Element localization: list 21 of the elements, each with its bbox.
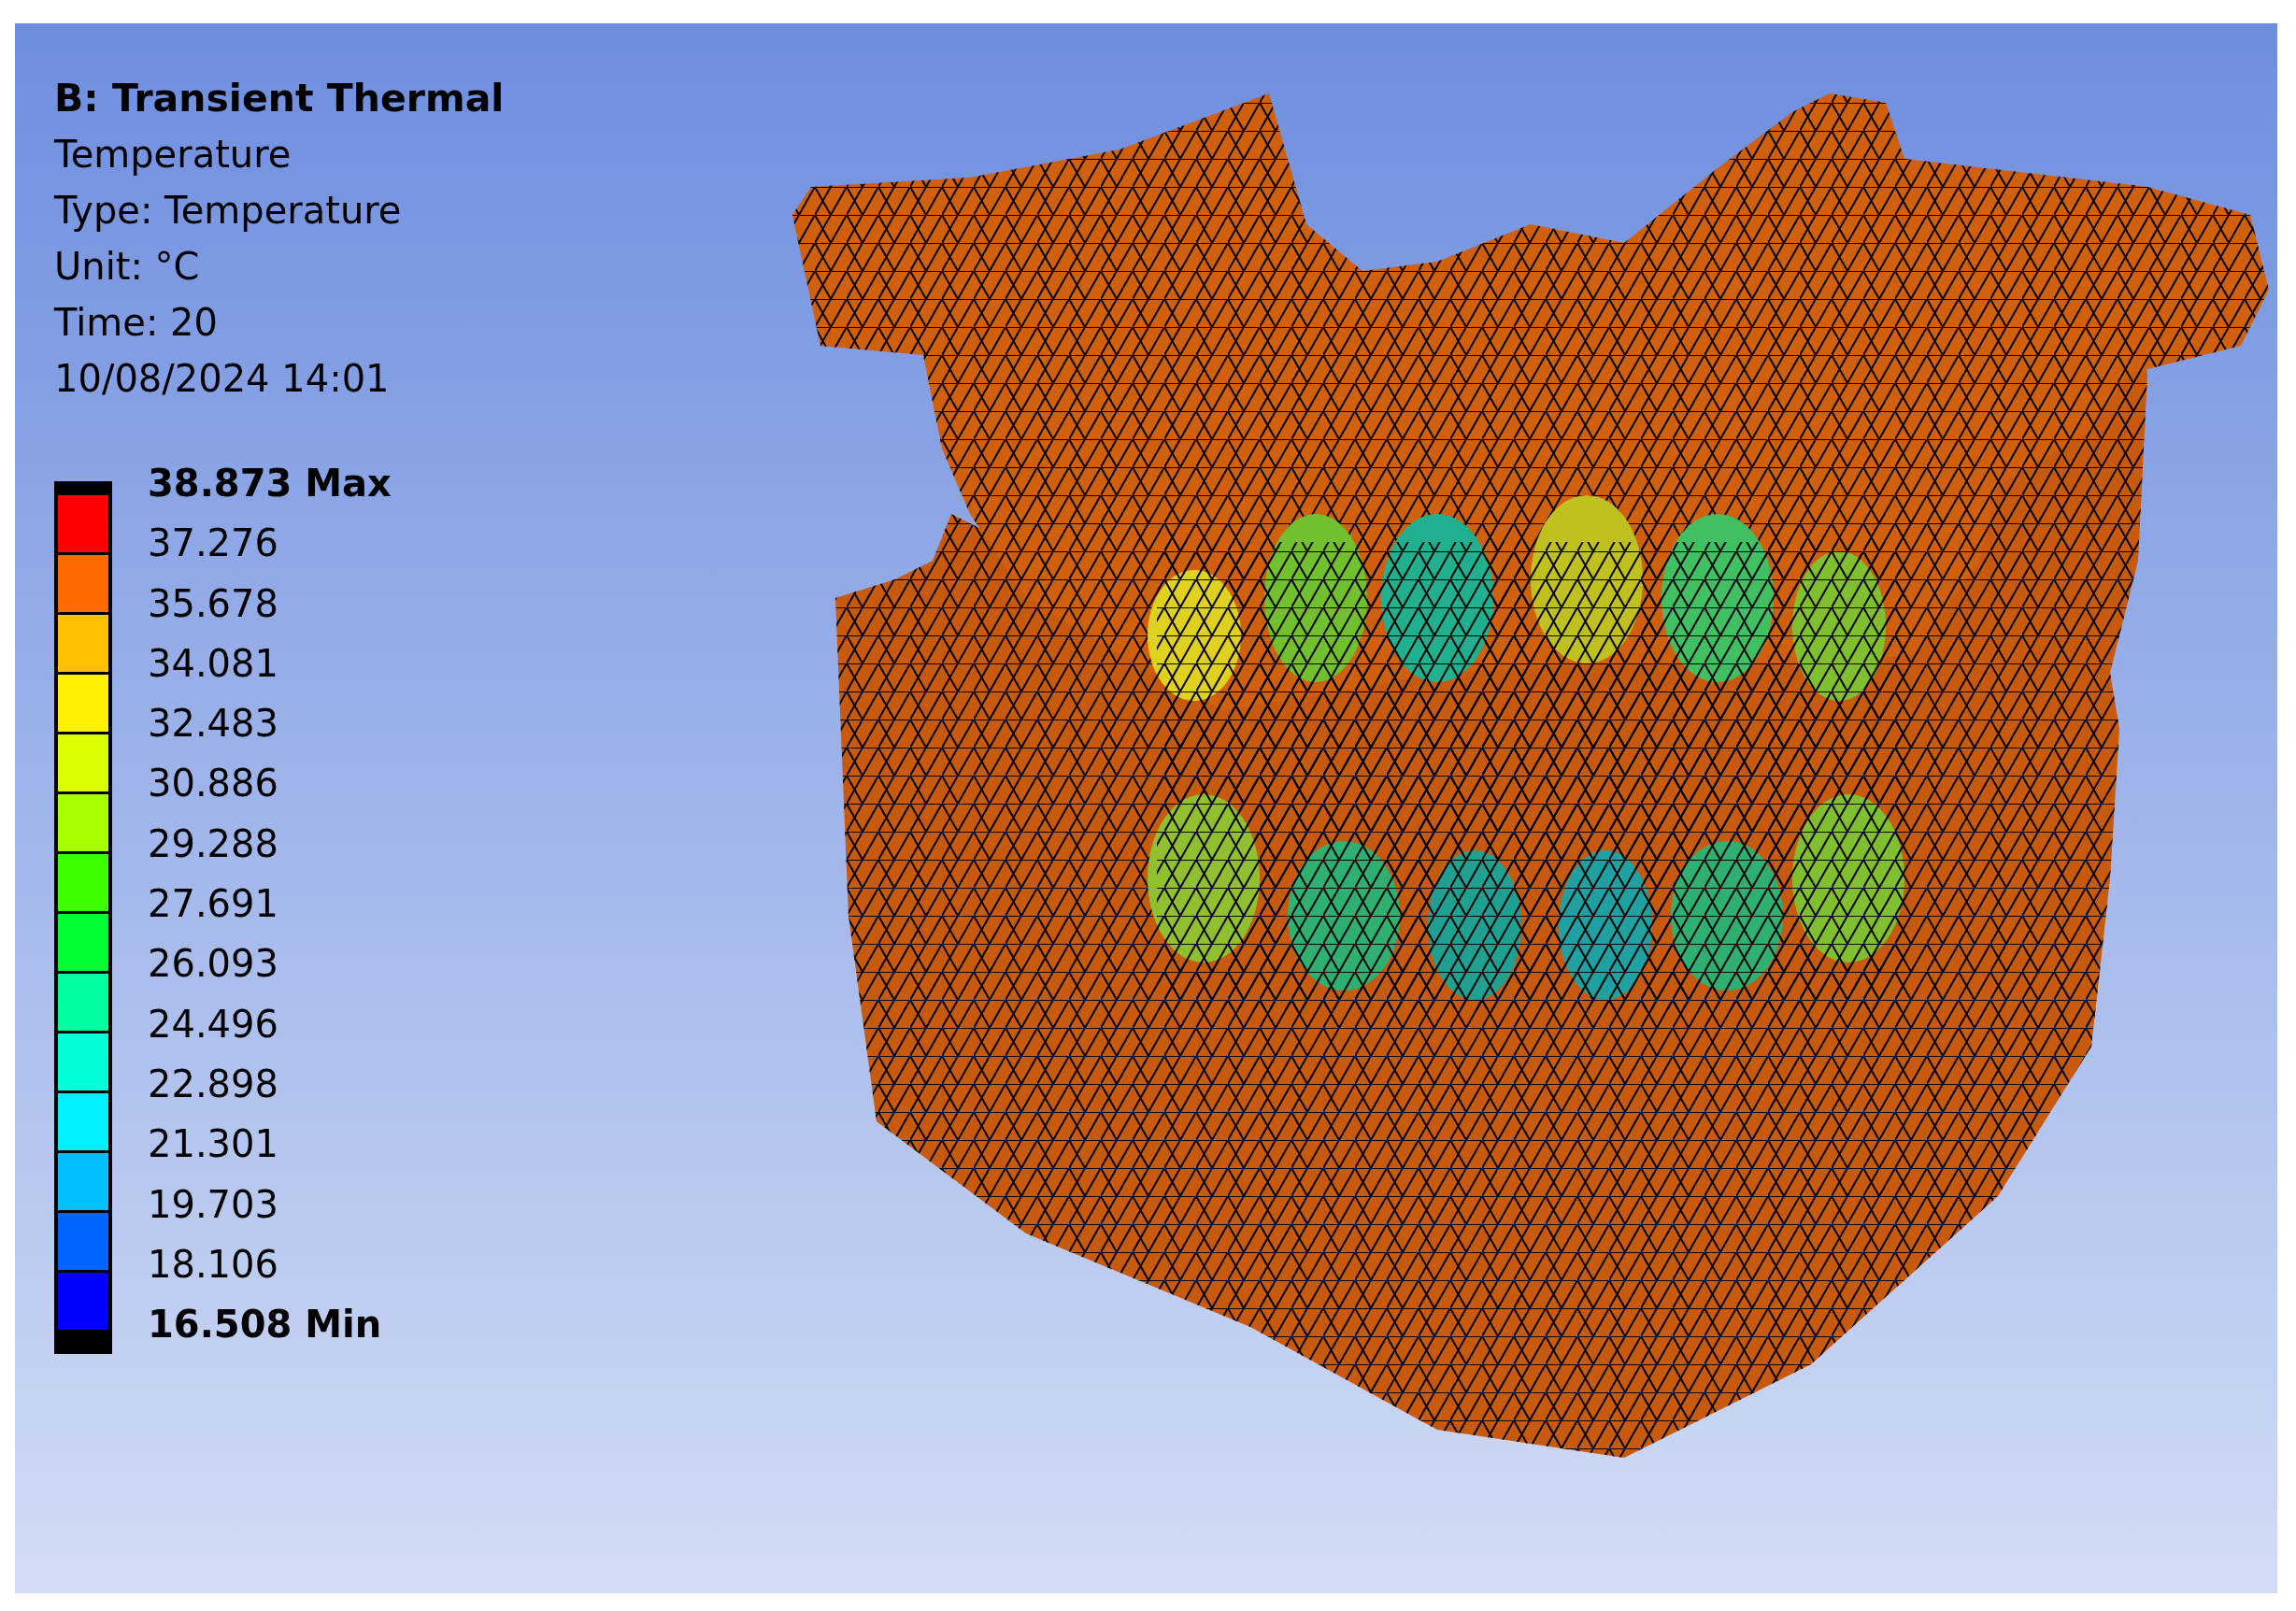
legend-label: 34.081 — [148, 640, 279, 687]
legend-label: 22.898 — [148, 1061, 279, 1107]
legend-label: 37.276 — [148, 520, 279, 567]
legend-label: 26.093 — [148, 941, 279, 988]
legend-label: 27.691 — [148, 881, 279, 928]
result-info-text: Temperature — [54, 132, 292, 178]
result-info-text: Time: 20 — [54, 300, 219, 346]
result-info-text: 10/08/2024 14:01 — [54, 356, 391, 402]
legend-label: 35.678 — [148, 580, 279, 627]
legend-min-label: 16.508 Min — [148, 1302, 383, 1348]
legend-label: 24.496 — [148, 1001, 279, 1048]
legend-label: 29.288 — [148, 820, 279, 867]
result-info-text: Unit: °C — [54, 244, 201, 290]
legend-label: 19.703 — [148, 1181, 279, 1228]
legend-label: 32.483 — [148, 701, 279, 748]
legend-max-label: 38.873 Max — [148, 461, 392, 506]
analysis-title: B: Transient Thermal — [54, 75, 506, 122]
result-info-text: Type: Temperature — [54, 188, 403, 234]
legend-label: 30.886 — [148, 761, 279, 807]
legend-label: 21.301 — [148, 1121, 279, 1168]
legend-label: 18.106 — [148, 1241, 279, 1288]
